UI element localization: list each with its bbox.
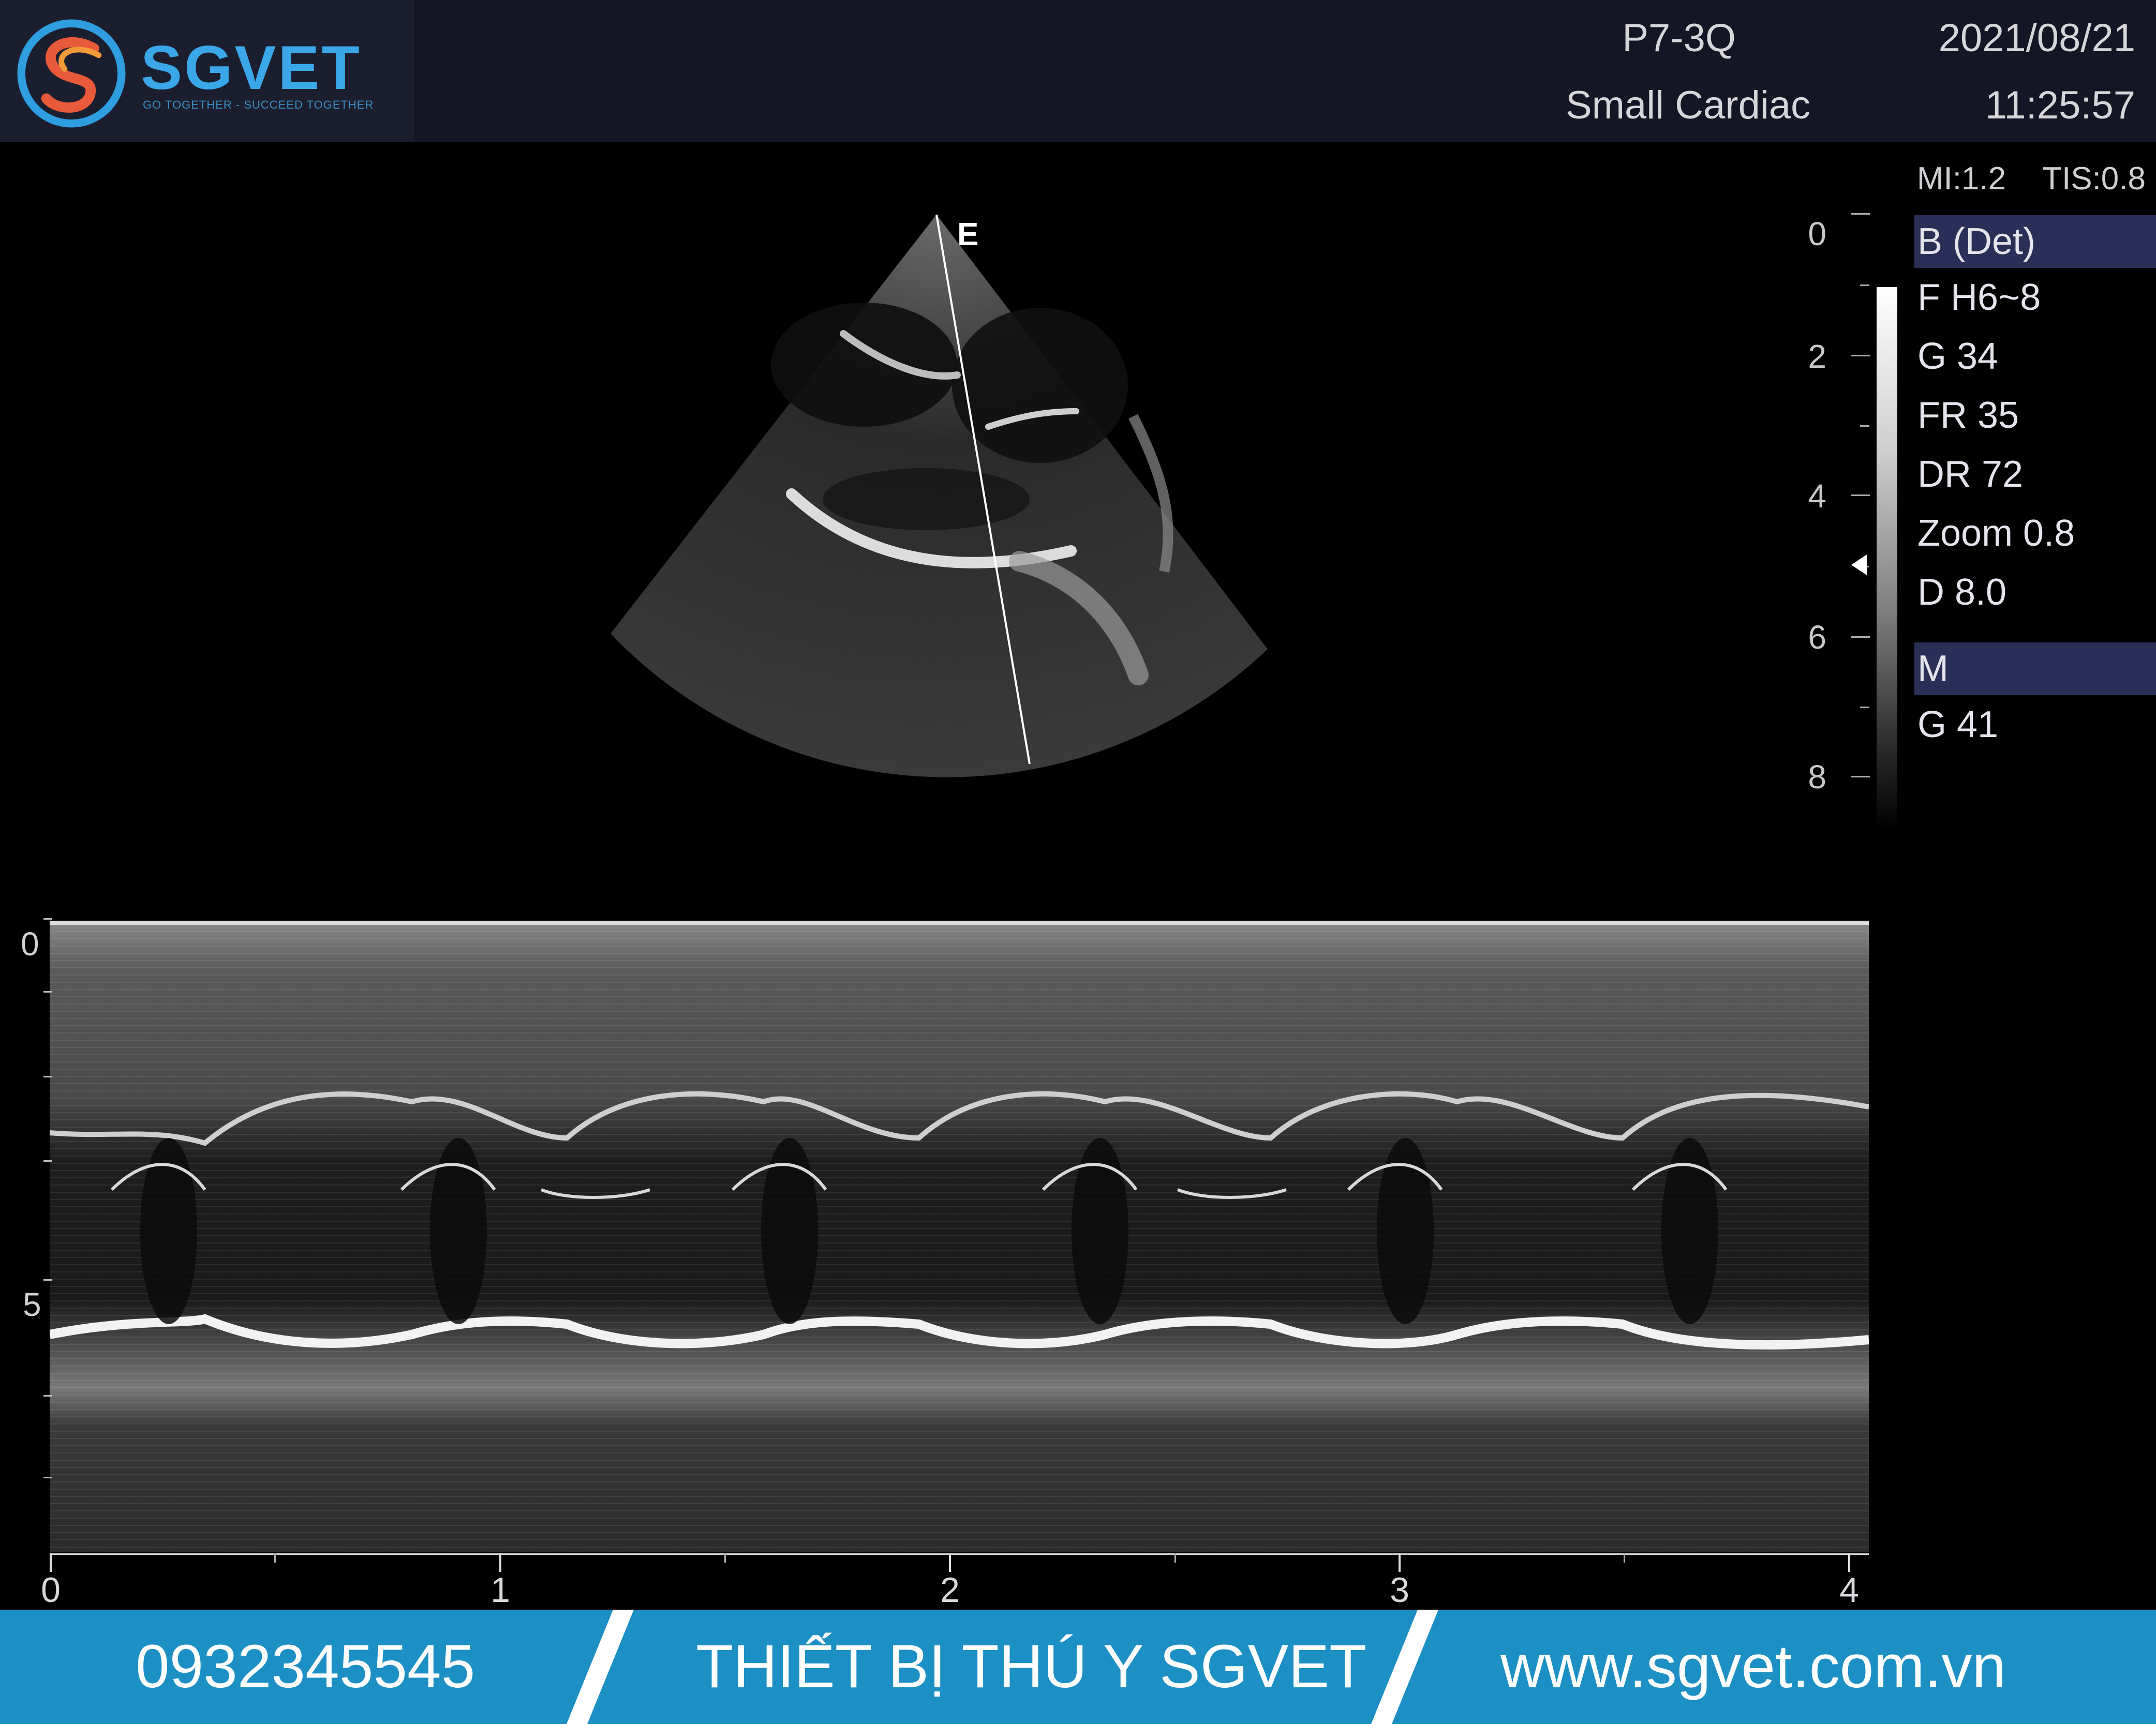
exam-preset: Small Cardiac — [1565, 83, 1810, 127]
param-dynamic-range[interactable]: DR 72 — [1914, 445, 2156, 504]
param-zoom[interactable]: Zoom 0.8 — [1914, 504, 2156, 563]
param-depth[interactable]: D 8.0 — [1914, 563, 2156, 622]
depth-label: 8 — [1808, 758, 1826, 796]
time-label: 1 — [490, 1570, 510, 1610]
brand-logo: SGVET GO TOGETHER - SUCCEED TOGETHER — [0, 0, 414, 142]
focus-marker-icon[interactable] — [1851, 554, 1867, 575]
depth-label: 0 — [21, 925, 39, 963]
depth-label: 4 — [1808, 477, 1826, 515]
depth-label: 0 — [1808, 215, 1826, 252]
brand-tagline: GO TOGETHER - SUCCEED TOGETHER — [143, 98, 374, 111]
probe-name: P7-3Q — [1622, 16, 1736, 60]
exam-time: 11:25:57 — [1985, 83, 2135, 127]
grayscale-bar — [1877, 287, 1897, 830]
depth-label: 2 — [1808, 338, 1826, 375]
time-label: 2 — [940, 1570, 960, 1610]
safety-indices: MI:1.2 TIS:0.8 — [1917, 160, 2146, 197]
m-mode-header[interactable]: M — [1914, 642, 2156, 695]
time-label: 4 — [1839, 1570, 1859, 1610]
time-label: 3 — [1390, 1570, 1409, 1610]
time-label: 0 — [41, 1570, 61, 1610]
sgvet-logo-icon — [17, 19, 126, 128]
param-frequency[interactable]: F H6~8 — [1914, 268, 2156, 327]
param-m-gain[interactable]: G 41 — [1914, 695, 2156, 754]
footer-website[interactable]: www.sgvet.com.vn — [1500, 1631, 2006, 1702]
parameter-panel: B (Det) F H6~8 G 34 FR 35 DR 72 Zoom 0.8… — [1914, 215, 2156, 754]
param-gain[interactable]: G 34 — [1914, 327, 2156, 386]
exam-date: 2021/08/21 — [1938, 16, 2135, 60]
m-cursor-label: E — [957, 217, 979, 252]
param-frame-rate[interactable]: FR 35 — [1914, 386, 2156, 445]
footer-company: THIẾT BỊ THÚ Y SGVET — [696, 1632, 1367, 1701]
top-bar: SGVET GO TOGETHER - SUCCEED TOGETHER P7-… — [0, 0, 2156, 142]
tis-value: TIS:0.8 — [2042, 161, 2146, 197]
depth-label: 6 — [1808, 619, 1826, 656]
footer-banner: 0932345545 THIẾT BỊ THÚ Y SGVET www.sgve… — [0, 1610, 2156, 1724]
depth-label: 5 — [23, 1286, 41, 1323]
b-mode-sector-image — [611, 214, 1268, 777]
footer-phone[interactable]: 0932345545 — [136, 1631, 475, 1702]
brand-name: SGVET — [141, 33, 362, 102]
mi-value: MI:1.2 — [1916, 161, 2006, 197]
m-mode-trace-image — [50, 921, 1869, 1552]
b-mode-header[interactable]: B (Det) — [1914, 215, 2156, 268]
